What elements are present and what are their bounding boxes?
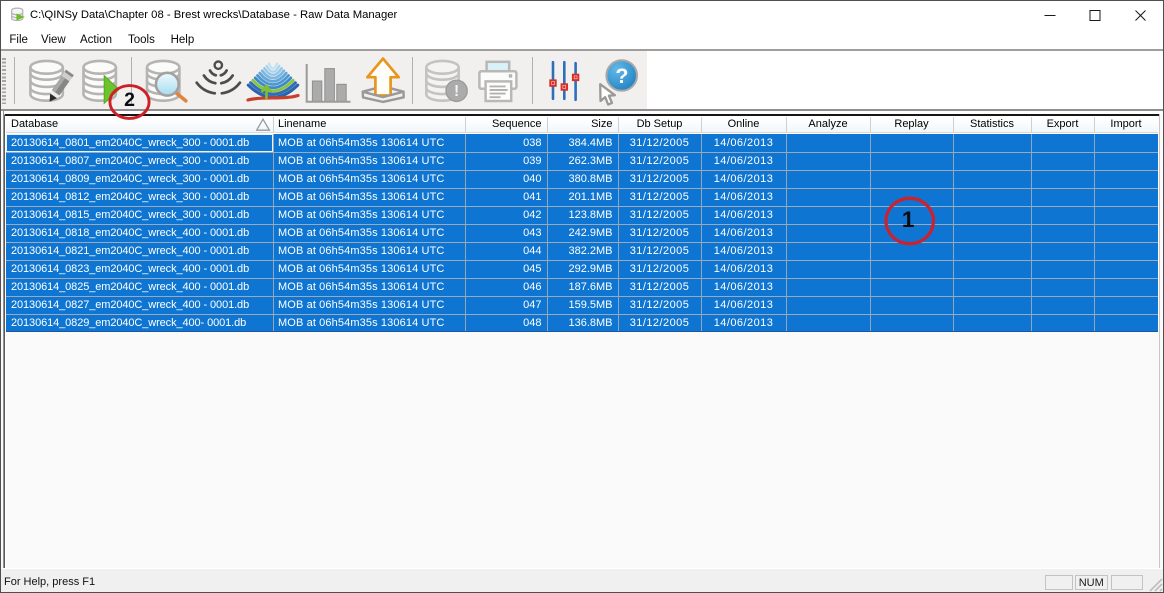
svg-text:?: ? — [615, 64, 628, 88]
svg-text:!: ! — [454, 83, 459, 100]
